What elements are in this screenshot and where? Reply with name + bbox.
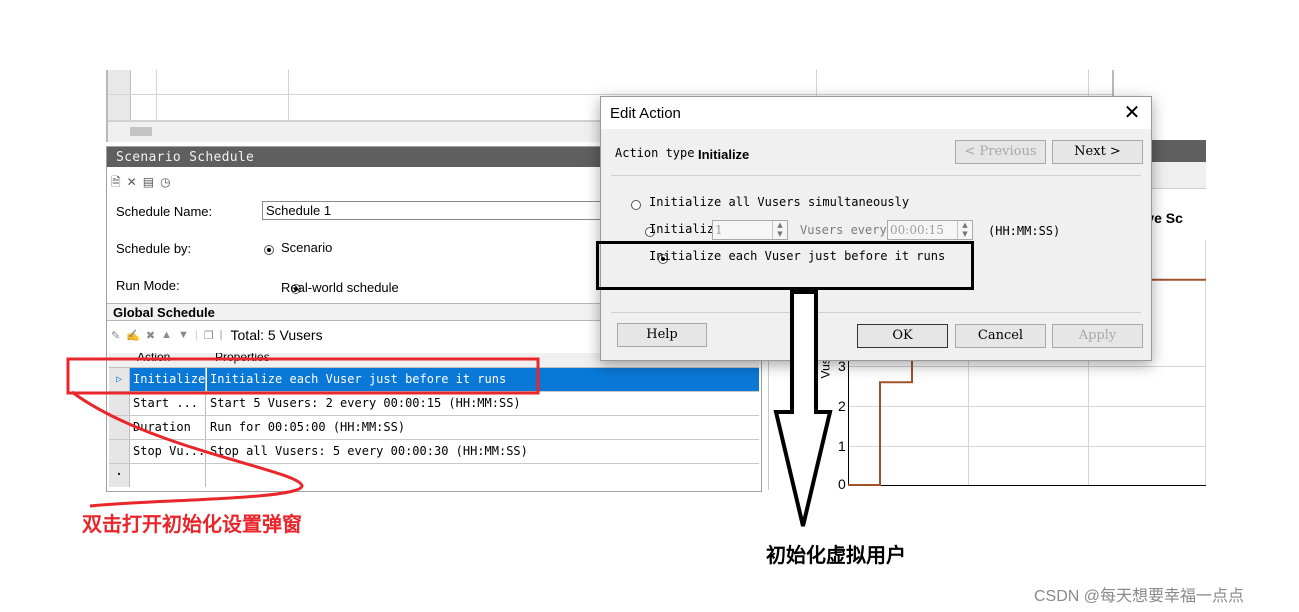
highlight-box-initialize-row [66, 357, 540, 395]
down-arrow-icon [773, 290, 833, 527]
watermark: CSDN @每天想要幸福一点点 [1034, 588, 1245, 605]
annotation-curve [71, 390, 304, 508]
annotation-left-note: 双击打开初始化设置弹窗 [82, 512, 302, 536]
annotation-bottom-note: 初始化虚拟用户 [766, 543, 906, 567]
